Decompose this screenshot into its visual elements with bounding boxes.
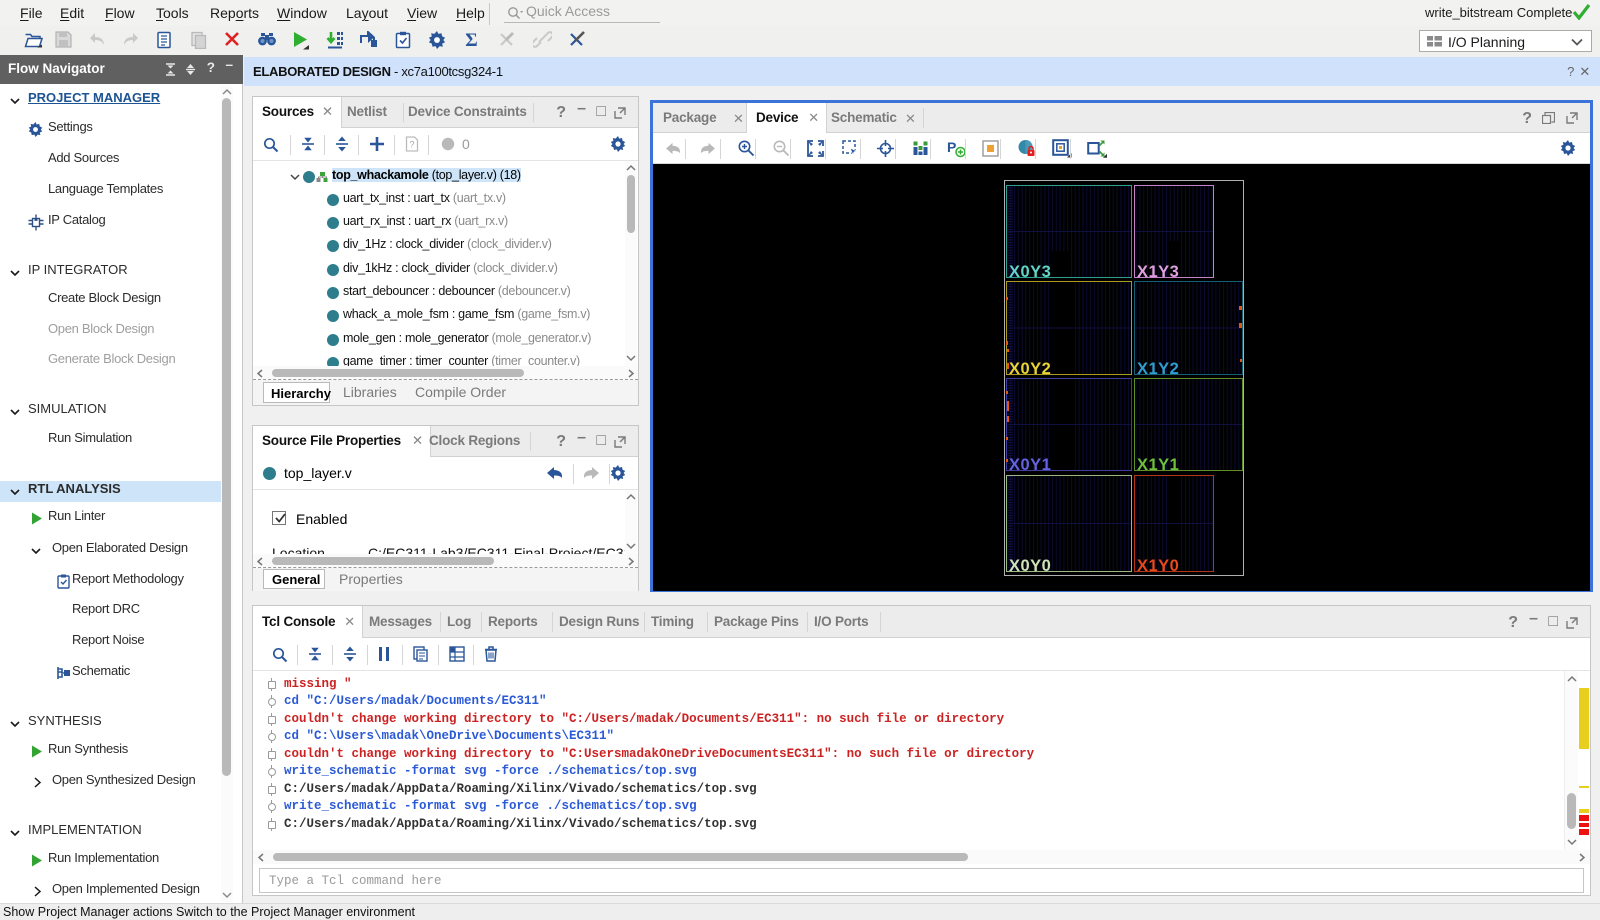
svg-text:P: P [947,139,956,155]
svg-text:X1Y2: X1Y2 [1137,360,1179,378]
svg-text:X0Y0: X0Y0 [1009,557,1051,575]
svg-text:X1Y1: X1Y1 [1137,456,1179,474]
svg-text:X0Y3: X0Y3 [1009,263,1051,281]
svg-text:?: ? [409,140,414,150]
svg-text:X0Y2: X0Y2 [1009,360,1051,378]
svg-text:X1Y3: X1Y3 [1137,263,1179,281]
svg-text:X1Y0: X1Y0 [1137,557,1179,575]
svg-text:Σ: Σ [465,31,477,49]
svg-text:X0Y1: X0Y1 [1009,456,1051,474]
